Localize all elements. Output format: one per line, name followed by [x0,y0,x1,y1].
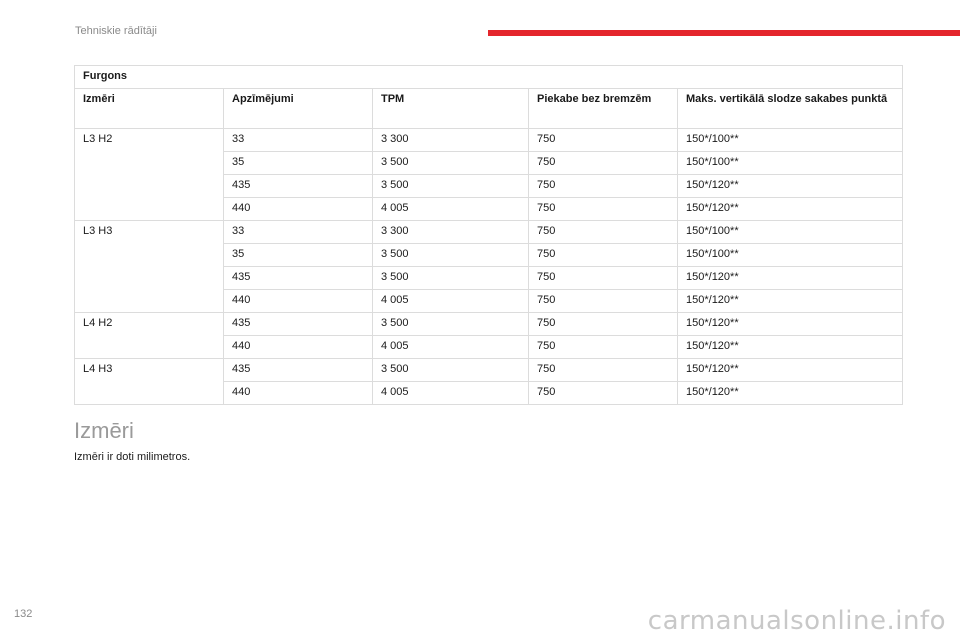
section-heading: Izmēri [74,418,134,443]
table-cell: 150*/100** [676,128,904,152]
table-row: L4 H3 435 3 500 750 150*/120** [74,358,904,405]
table-cell: 750 [528,151,678,175]
table-cell: 3 500 [372,312,529,336]
table-cell: 750 [528,197,678,221]
table-row: L3 H3 33 3 300 750 150*/100** [74,220,904,313]
table-body: L3 H2 33 3 300 750 150*/100** 35 3 500 750 150*/… [74,128,904,405]
page-number: 132 [14,608,33,620]
header-accent-bar [488,30,960,36]
table-cell: 440 [223,381,373,405]
column-header: Piekabe bez bremzēm [528,88,678,129]
table-cell: 750 [528,312,678,336]
dimension-cell: L3 H3 [74,220,224,313]
table-cell: 750 [528,128,678,152]
table-cell: 35 [223,151,373,175]
table-cell: 750 [528,266,678,290]
table-title: Furgons [73,65,904,89]
table-title-row: Furgons [73,65,904,89]
table-cell: 150*/120** [676,381,904,405]
table-cell: 3 500 [372,151,529,175]
table-cell: 150*/100** [676,151,904,175]
table-cell: 750 [528,220,678,244]
dimension-cell: L4 H3 [74,358,224,405]
table-cell: 3 500 [372,358,529,382]
table-cell: 750 [528,358,678,382]
table-cell: 4 005 [372,335,529,359]
table-cell: 150*/120** [676,358,904,382]
table-cell: 4 005 [372,381,529,405]
table-cell: 750 [528,335,678,359]
table-row: L4 H2 435 3 500 750 150*/120** [74,312,904,359]
watermark: carmanualsonline.info [647,606,946,636]
table-cell: 4 005 [372,289,529,313]
table-cell: 435 [223,174,373,198]
table-header-row: Izmēri Apzīmējumi TPM Piekabe bez bremzē… [74,88,904,129]
column-header: Izmēri [74,88,224,129]
table-cell: 440 [223,289,373,313]
table-cell: 150*/120** [676,289,904,313]
spec-table: Furgons Izmēri Apzīmējumi TPM Piekabe be… [73,65,904,405]
section-text: Izmēri ir doti milimetros. [74,451,191,463]
table-cell: 150*/120** [676,197,904,221]
table-cell: 150*/120** [676,335,904,359]
table-cell: 750 [528,381,678,405]
table-cell: 33 [223,128,373,152]
dimension-cell: L3 H2 [74,128,224,221]
table-cell: 3 300 [372,220,529,244]
table-cell: 435 [223,266,373,290]
table-cell: 440 [223,197,373,221]
table-cell: 150*/120** [676,266,904,290]
table-cell: 35 [223,243,373,267]
table-cell: 3 500 [372,266,529,290]
column-header: Maks. vertikālā slodze sakabes punktā [676,88,904,129]
table-cell: 150*/120** [676,174,904,198]
table-cell: 150*/100** [676,220,904,244]
table-cell: 3 300 [372,128,529,152]
table-cell: 150*/100** [676,243,904,267]
table-cell: 150*/120** [676,312,904,336]
running-header: Tehniskie rādītāji [75,25,157,37]
table-cell: 750 [528,174,678,198]
table-cell: 750 [528,289,678,313]
column-header: TPM [372,88,529,129]
table-cell: 3 500 [372,174,529,198]
table-cell: 33 [223,220,373,244]
table-cell: 4 005 [372,197,529,221]
table-row: L3 H2 33 3 300 750 150*/100** [74,128,904,221]
table-cell: 435 [223,312,373,336]
table-cell: 435 [223,358,373,382]
table-cell: 3 500 [372,243,529,267]
table-cell: 750 [528,243,678,267]
column-header: Apzīmējumi [223,88,373,129]
dimension-cell: L4 H2 [74,312,224,359]
table-cell: 440 [223,335,373,359]
